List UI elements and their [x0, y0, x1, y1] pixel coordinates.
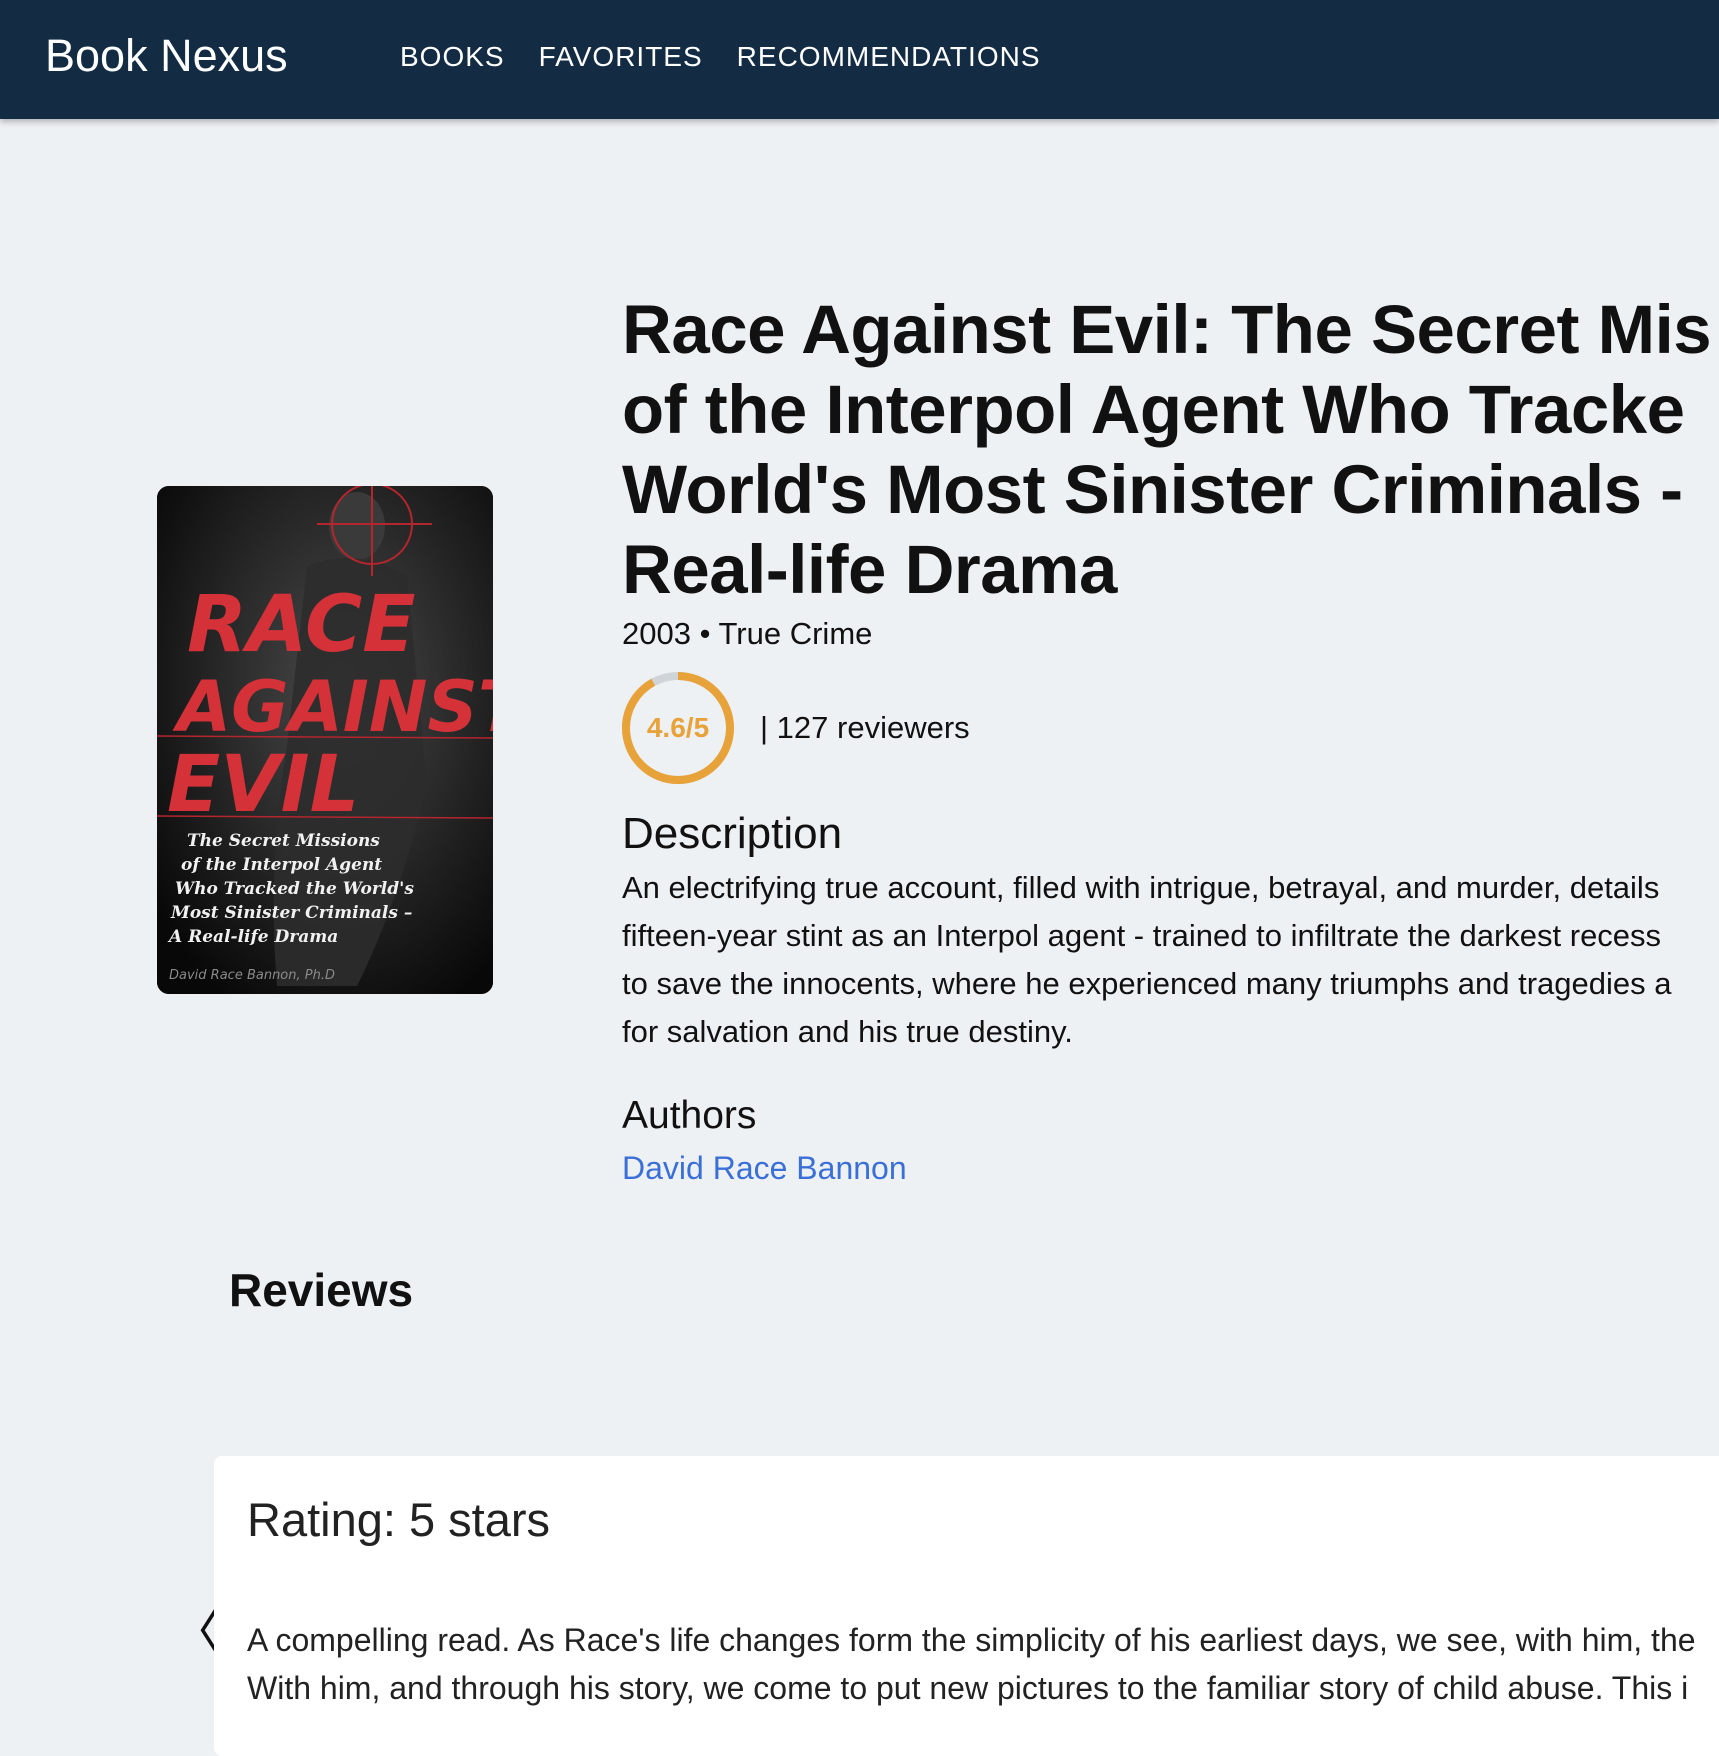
main-nav: BOOKS FAVORITES RECOMMENDATIONS [400, 40, 1041, 74]
cover-author: David Race Bannon, Ph.D [169, 968, 335, 983]
cover-subtitle-line: Most Sinister Criminals – [170, 903, 412, 923]
review-line: With him, and through his story, we come… [247, 1670, 1689, 1706]
rating-score: 4.6/5 [646, 712, 710, 743]
description-line: for salvation and his true destiny. [622, 1014, 1073, 1049]
meta-separator: • [699, 616, 711, 651]
cover-subtitle-line: Who Tracked the World's [175, 879, 414, 899]
review-card: Rating: 5 stars A compelling read. As Ra… [214, 1456, 1719, 1756]
nav-recommendations[interactable]: RECOMMENDATIONS [737, 40, 1041, 74]
book-title-line: Real-life Drama [622, 531, 1117, 608]
nav-favorites[interactable]: FAVORITES [539, 40, 703, 74]
book-meta: 2003 • True Crime [622, 615, 872, 653]
book-title-line: World's Most Sinister Criminals - [622, 451, 1683, 528]
description-line: An electrifying true account, filled wit… [622, 870, 1660, 905]
book-title-line: of the Interpol Agent Who Tracke [622, 371, 1685, 448]
nav-books[interactable]: BOOKS [400, 40, 505, 74]
cover-title-line: RACE [187, 580, 416, 670]
reviews-heading: Reviews [229, 1264, 414, 1316]
reviewer-count: | 127 reviewers [760, 710, 970, 745]
carousel-prev-button[interactable]: 〈 [170, 1605, 222, 1661]
author-link[interactable]: David Race Bannon [622, 1148, 907, 1188]
brand-logo-link[interactable]: Book Nexus [45, 28, 288, 84]
cover-title-line: EVIL [167, 740, 359, 830]
rating-row: 4.6/5 | 127 reviewers [620, 670, 970, 786]
cover-title-line: AGAINST [172, 666, 493, 748]
genre: True Crime [718, 616, 873, 651]
top-app-bar: Book Nexus BOOKS FAVORITES RECOMMENDATIO… [0, 0, 1719, 119]
book-title: Race Against Evil: The Secret Mis of the… [622, 290, 1719, 610]
cover-subtitle-line: A Real-life Drama [167, 927, 338, 947]
description-line: to save the innocents, where he experien… [622, 966, 1672, 1001]
review-text: A compelling read. As Race's life change… [247, 1616, 1719, 1712]
book-cover-image: RACE AGAINST EVIL The Secret Missions of… [157, 486, 493, 994]
description-line: fifteen-year stint as an Interpol agent … [622, 918, 1662, 953]
rating-ring: 4.6/5 [620, 670, 736, 786]
description-heading: Description [622, 809, 843, 858]
book-cover-art: RACE AGAINST EVIL The Secret Missions of… [157, 486, 493, 994]
review-rating: Rating: 5 stars [247, 1493, 551, 1546]
authors-heading: Authors [622, 1094, 757, 1137]
description-text: An electrifying true account, filled wit… [622, 864, 1719, 1056]
publication-year: 2003 [622, 616, 691, 651]
cover-subtitle-line: The Secret Missions [187, 831, 380, 851]
book-title-line: Race Against Evil: The Secret Mis [622, 291, 1712, 368]
cover-subtitle-line: of the Interpol Agent [181, 855, 382, 875]
review-line: A compelling read. As Race's life change… [247, 1622, 1696, 1658]
